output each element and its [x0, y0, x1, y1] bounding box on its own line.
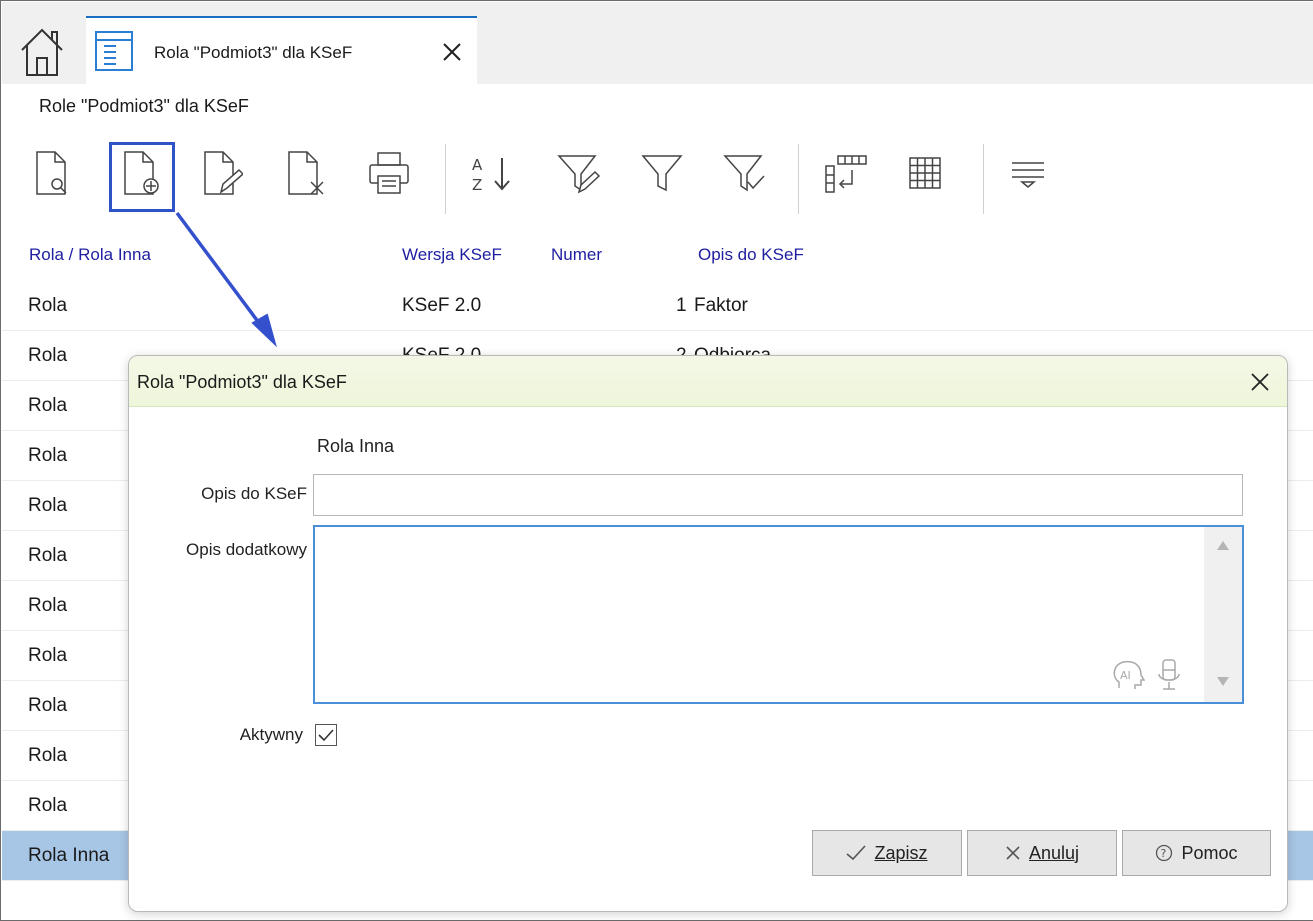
- svg-text:AI: AI: [1120, 669, 1131, 682]
- delete-icon: [288, 151, 324, 195]
- ai-assistant-icon[interactable]: AI: [1111, 658, 1145, 692]
- preview-button[interactable]: [31, 141, 73, 205]
- tab-title: Rola "Podmiot3" dla KSeF: [154, 43, 353, 62]
- filter-edit-button[interactable]: [553, 141, 605, 205]
- tab-strip: Rola "Podmiot3" dla KSeF: [2, 2, 1313, 86]
- save-label: Zapisz: [874, 842, 928, 863]
- section-label: Rola Inna: [317, 436, 395, 456]
- delete-button[interactable]: [285, 141, 329, 205]
- aktywny-label: Aktywny: [239, 725, 303, 744]
- cell-rola: Rola: [28, 295, 68, 316]
- opis-dodatkowy-label: Opis dodatkowy: [186, 540, 307, 559]
- list-document-icon: [95, 31, 133, 71]
- more-menu-button[interactable]: [1003, 141, 1053, 205]
- cell-opis: Faktor: [694, 295, 748, 316]
- column-header-rola[interactable]: Rola / Rola Inna: [29, 245, 151, 265]
- svg-text:A: A: [472, 156, 483, 174]
- column-header-opis[interactable]: Opis do KSeF: [698, 245, 804, 265]
- close-icon[interactable]: [440, 40, 464, 64]
- cell-rola: Rola: [28, 595, 68, 616]
- toolbar-separator: [445, 144, 446, 214]
- aktywny-checkbox[interactable]: [315, 724, 337, 746]
- grid-button[interactable]: [901, 141, 949, 205]
- add-icon: [124, 151, 159, 195]
- opis-ksef-label: Opis do KSeF: [201, 484, 307, 503]
- sort-az-icon: A Z: [472, 156, 510, 194]
- cancel-button[interactable]: Anuluj: [967, 830, 1117, 876]
- cell-wersja: KSeF 2.0: [402, 295, 482, 316]
- columns-icon: [825, 155, 867, 193]
- filter-button[interactable]: [637, 141, 687, 205]
- cancel-label: Anuluj: [1028, 842, 1080, 863]
- filter-apply-icon: [723, 155, 765, 192]
- cell-rola: Rola: [28, 395, 68, 416]
- dialog-title: Rola "Podmiot3" dla KSeF: [137, 372, 347, 392]
- cell-rola: Rola: [28, 445, 68, 466]
- cell-rola: Rola Inna: [28, 845, 110, 866]
- dialog-titlebar: Rola "Podmiot3" dla KSeF: [129, 356, 1287, 407]
- add-button[interactable]: [119, 141, 167, 205]
- cell-numer: 1: [676, 295, 687, 316]
- edit-button[interactable]: [201, 141, 245, 205]
- microphone-icon[interactable]: [1156, 658, 1182, 692]
- checkmark-icon: [318, 729, 334, 742]
- column-header-numer[interactable]: Numer: [551, 245, 602, 265]
- home-button[interactable]: [12, 20, 72, 80]
- help-label: Pomoc: [1181, 842, 1238, 863]
- home-icon: [21, 28, 63, 76]
- svg-text:Z: Z: [472, 176, 482, 194]
- cell-rola: Rola: [28, 545, 68, 566]
- svg-text:?: ?: [1161, 847, 1167, 860]
- close-icon[interactable]: [1249, 371, 1271, 393]
- cell-rola: Rola: [28, 645, 68, 666]
- cell-rola: Rola: [28, 345, 68, 366]
- cell-rola: Rola: [28, 745, 68, 766]
- cell-rola: Rola: [28, 695, 68, 716]
- filter-icon: [641, 155, 683, 192]
- app-window: Rola "Podmiot3" dla KSeF Role "Podmiot3"…: [0, 0, 1313, 921]
- sort-button[interactable]: A Z: [465, 141, 521, 205]
- close-icon: [1006, 846, 1020, 860]
- check-icon: [846, 845, 867, 861]
- help-icon: ?: [1156, 844, 1173, 862]
- cell-rola: Rola: [28, 795, 68, 816]
- page-title: Role "Podmiot3" dla KSeF: [39, 96, 249, 116]
- edit-icon: [204, 151, 243, 195]
- scroll-down-icon[interactable]: [1216, 676, 1230, 688]
- help-button[interactable]: ? Pomoc: [1122, 830, 1271, 876]
- opis-dodatkowy-textarea[interactable]: [315, 527, 1202, 702]
- opis-dodatkowy-field[interactable]: AI: [313, 525, 1244, 704]
- column-header-wersja[interactable]: Wersja KSeF: [402, 245, 502, 265]
- toolbar-separator: [983, 144, 984, 214]
- role-dialog: Rola "Podmiot3" dla KSeF Rola Inna Opis …: [128, 355, 1288, 912]
- toolbar-separator: [798, 144, 799, 214]
- tab-rola-podmiot3[interactable]: Rola "Podmiot3" dla KSeF: [86, 16, 477, 86]
- menu-more-icon: [1012, 162, 1044, 188]
- filter-apply-button[interactable]: [719, 141, 771, 205]
- save-button[interactable]: Zapisz: [812, 830, 962, 876]
- preview-icon: [36, 151, 67, 195]
- grid-icon: [909, 157, 941, 189]
- columns-button[interactable]: [819, 141, 871, 205]
- print-button[interactable]: [365, 141, 413, 205]
- vertical-scrollbar[interactable]: [1204, 527, 1242, 702]
- print-icon: [369, 152, 409, 194]
- filter-edit-icon: [557, 155, 601, 194]
- scroll-up-icon[interactable]: [1216, 539, 1230, 551]
- table-row[interactable]: Rola KSeF 2.0 1 Faktor: [2, 281, 1313, 331]
- opis-ksef-input[interactable]: [313, 474, 1243, 516]
- cell-rola: Rola: [28, 495, 68, 516]
